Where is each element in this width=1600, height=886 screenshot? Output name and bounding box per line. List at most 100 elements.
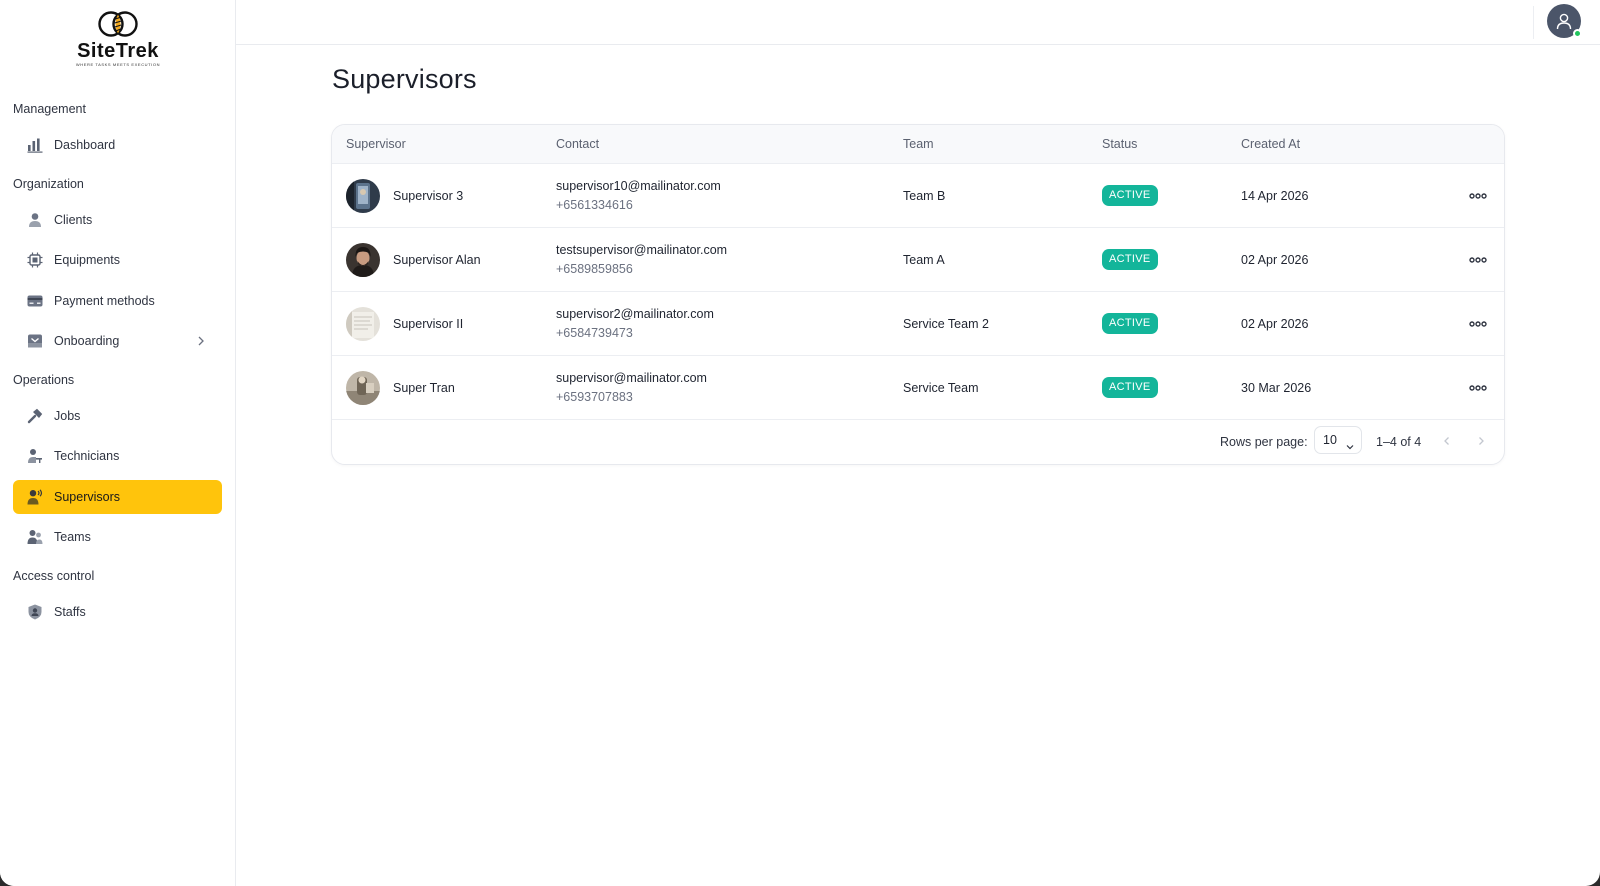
more-horizontal-icon	[1469, 385, 1487, 391]
table-header: Supervisor Contact Team Status Created A…	[332, 125, 1504, 164]
status-badge: ACTIVE	[1102, 249, 1158, 270]
sidebar-item-label: Teams	[54, 530, 91, 544]
supervisor-phone: +6593707883	[556, 390, 633, 404]
rows-per-page-select[interactable]: 10	[1314, 426, 1362, 454]
online-status-dot	[1573, 29, 1582, 38]
sidebar-item-supervisors[interactable]: Supervisors	[13, 480, 222, 514]
topbar-divider	[1533, 6, 1534, 39]
supervisor-name: Super Tran	[393, 381, 455, 395]
table-row[interactable]: Supervisor Alan testsupervisor@mailinato…	[332, 228, 1504, 292]
rows-per-page-value: 10	[1323, 433, 1337, 447]
supervisor-team: Team B	[903, 189, 946, 203]
avatar	[346, 243, 380, 277]
table-row[interactable]: Supervisor 3 supervisor10@mailinator.com…	[332, 164, 1504, 228]
sidebar-item-label: Onboarding	[54, 334, 120, 348]
supervisor-phone: +6561334616	[556, 198, 633, 212]
sidebar-item-payment-methods[interactable]: Payment methods	[13, 284, 222, 318]
sidebar-item-onboarding[interactable]: Onboarding	[13, 324, 222, 358]
table-row[interactable]: Supervisor II supervisor2@mailinator.com…	[332, 292, 1504, 356]
chevron-right-icon	[1479, 437, 1484, 445]
sidebar-item-label: Clients	[54, 213, 93, 227]
nav-section-management: Management	[13, 102, 86, 116]
supervisor-phone: +6584739473	[556, 326, 633, 340]
user-icon	[1556, 13, 1572, 30]
avatar	[346, 371, 380, 405]
supervisor-email: supervisor@mailinator.com	[556, 371, 707, 385]
hammer-icon	[26, 407, 44, 425]
column-header-team[interactable]: Team	[903, 125, 934, 164]
sidebar-item-clients[interactable]: Clients	[13, 203, 222, 237]
previous-page-button[interactable]	[1438, 432, 1456, 450]
sidebar-item-label: Supervisors	[54, 490, 120, 504]
technician-icon	[26, 447, 44, 465]
row-actions-button[interactable]	[1466, 378, 1490, 398]
row-actions-button[interactable]	[1466, 186, 1490, 206]
created-at: 30 Mar 2026	[1241, 381, 1312, 395]
card-icon	[26, 292, 44, 310]
nav-section-operations: Operations	[13, 373, 75, 387]
column-header-created-at[interactable]: Created At	[1241, 125, 1300, 164]
avatar	[346, 307, 380, 341]
sidebar-item-label: Payment methods	[54, 294, 155, 308]
column-header-supervisor[interactable]: Supervisor	[346, 125, 406, 164]
column-header-contact[interactable]: Contact	[556, 125, 599, 164]
logo-tagline: WHERE TASKS MEETS EXECUTION	[75, 62, 161, 67]
chip-icon	[26, 251, 44, 269]
table-pagination: Rows per page: 10 1–4 of 4	[332, 421, 1504, 464]
nav-section-organization: Organization	[13, 177, 84, 191]
sidebar-item-equipments[interactable]: Equipments	[13, 243, 222, 277]
shield-user-icon	[26, 603, 44, 621]
sidebar-item-label: Dashboard	[54, 138, 116, 152]
chevron-right-icon	[194, 334, 208, 348]
supervisor-name: Supervisor Alan	[393, 253, 481, 267]
supervisor-team: Team A	[903, 253, 945, 267]
top-bar	[236, 0, 1600, 45]
sidebar-item-teams[interactable]: Teams	[13, 520, 222, 554]
pagination-range: 1–4 of 4	[1376, 435, 1422, 449]
user-avatar-button[interactable]	[1547, 4, 1582, 38]
table-row[interactable]: Super Tran supervisor@mailinator.com +65…	[332, 356, 1504, 420]
logo-wordmark: SiteTrek	[77, 40, 159, 62]
nav-section-access-control: Access control	[13, 569, 95, 583]
more-horizontal-icon	[1469, 257, 1487, 263]
supervisor-email: supervisor10@mailinator.com	[556, 179, 721, 193]
supervisor-phone: +6589859856	[556, 262, 633, 276]
row-actions-button[interactable]	[1466, 314, 1490, 334]
sidebar-item-technicians[interactable]: Technicians	[13, 439, 222, 473]
team-icon	[26, 528, 44, 546]
row-actions-button[interactable]	[1466, 250, 1490, 270]
supervisors-table: Supervisor Contact Team Status Created A…	[331, 124, 1505, 465]
logo-rings-icon	[98, 11, 138, 37]
sidebar-item-label: Jobs	[54, 409, 81, 423]
supervisor-team: Service Team 2	[903, 317, 989, 331]
app-window: SiteTrek WHERE TASKS MEETS EXECUTION Man…	[0, 0, 1600, 886]
more-horizontal-icon	[1469, 321, 1487, 327]
supervisor-name: Supervisor 3	[393, 189, 464, 203]
avatar	[346, 179, 380, 213]
sidebar-item-label: Staffs	[54, 605, 86, 619]
next-page-button[interactable]	[1472, 432, 1490, 450]
inbox-icon	[26, 332, 44, 350]
status-badge: ACTIVE	[1102, 185, 1158, 206]
supervisor-email: supervisor2@mailinator.com	[556, 307, 714, 321]
sidebar-item-label: Equipments	[54, 253, 121, 267]
app-logo[interactable]: SiteTrek WHERE TASKS MEETS EXECUTION	[60, 10, 176, 74]
created-at: 14 Apr 2026	[1241, 189, 1309, 203]
status-badge: ACTIVE	[1102, 377, 1158, 398]
page-title: Supervisors	[332, 64, 477, 94]
sidebar-item-staffs[interactable]: Staffs	[13, 595, 222, 629]
chevron-left-icon	[1444, 437, 1449, 445]
sidebar-item-label: Technicians	[54, 449, 120, 463]
created-at: 02 Apr 2026	[1241, 253, 1309, 267]
supervisor-email: testsupervisor@mailinator.com	[556, 243, 728, 257]
supervisor-name: Supervisor II	[393, 317, 464, 331]
sidebar-item-dashboard[interactable]: Dashboard	[13, 128, 222, 162]
created-at: 02 Apr 2026	[1241, 317, 1309, 331]
status-badge: ACTIVE	[1102, 313, 1158, 334]
bar-chart-icon	[26, 136, 44, 154]
sidebar-item-jobs[interactable]: Jobs	[13, 399, 222, 433]
sidebar: SiteTrek WHERE TASKS MEETS EXECUTION Man…	[0, 0, 236, 886]
chevron-down-icon	[1345, 435, 1355, 461]
person-icon	[26, 211, 44, 229]
column-header-status[interactable]: Status	[1102, 125, 1137, 164]
